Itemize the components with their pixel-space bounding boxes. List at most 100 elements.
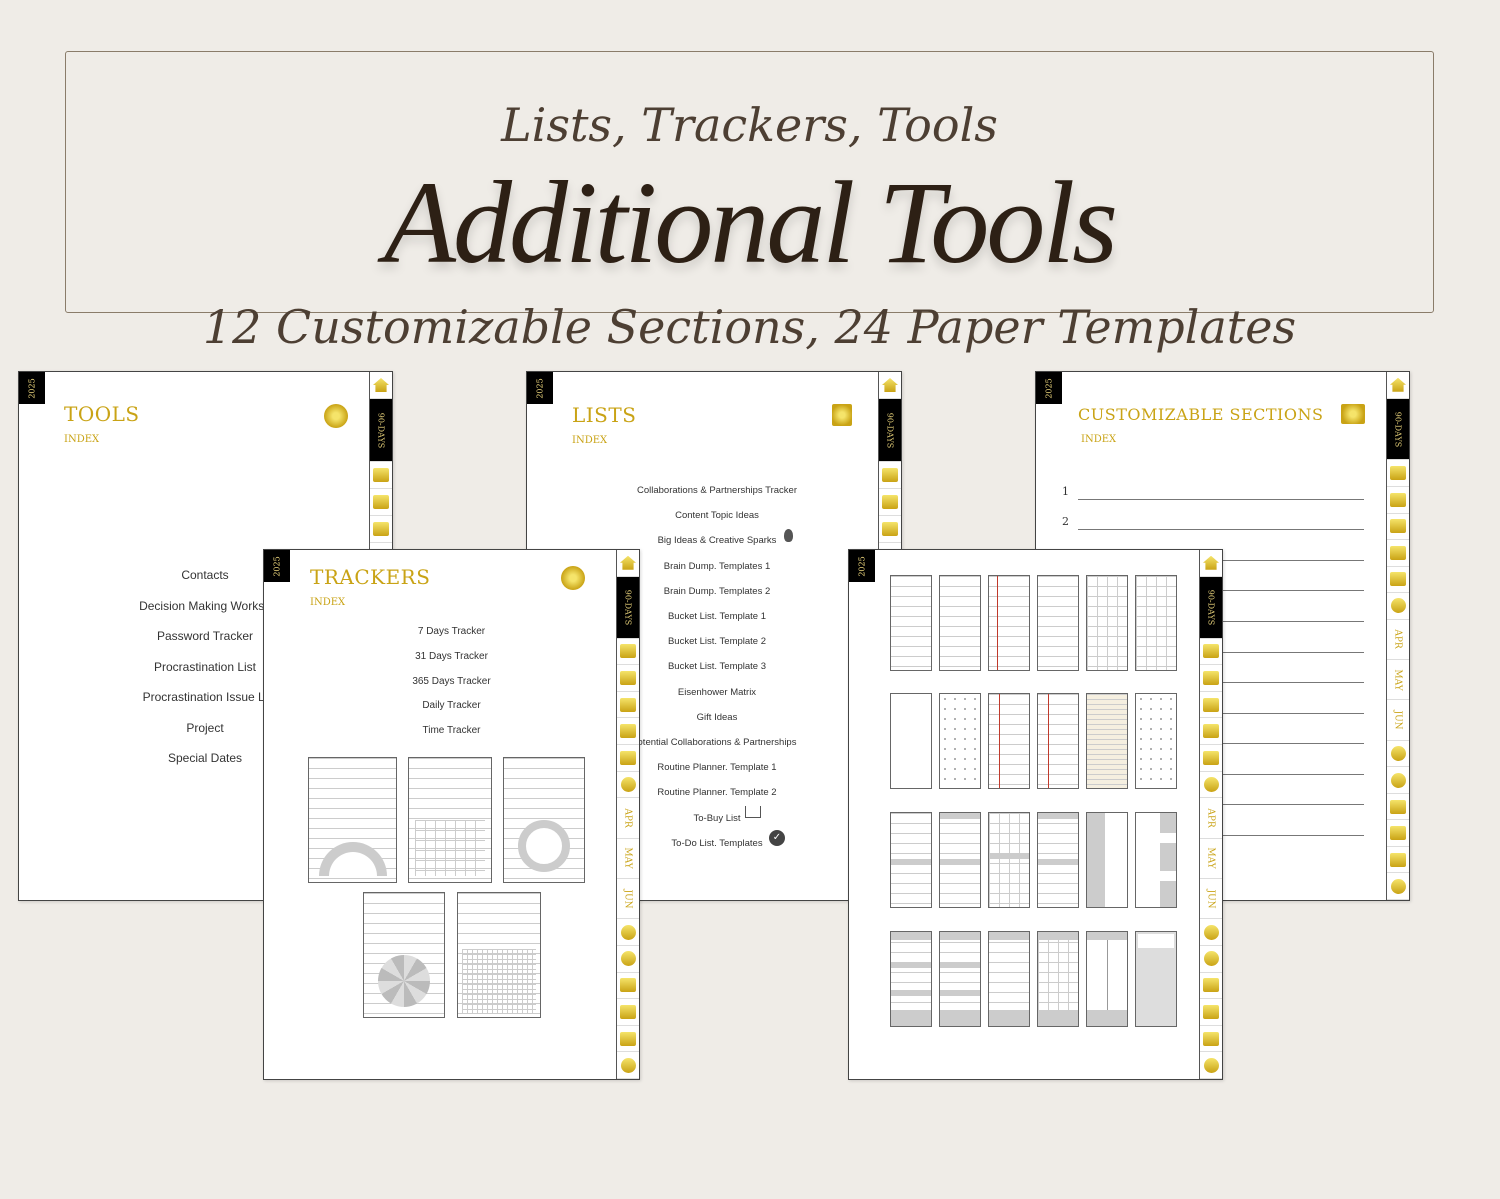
- template-thumbnail[interactable]: [1037, 575, 1079, 671]
- target-tab[interactable]: [1387, 593, 1409, 620]
- notepad-tab[interactable]: [1200, 999, 1222, 1026]
- home-tab[interactable]: [617, 550, 639, 577]
- template-thumbnail[interactable]: [988, 575, 1030, 671]
- tab-90-days[interactable]: 90-DAYS: [879, 399, 901, 462]
- check-tab[interactable]: [617, 919, 639, 946]
- template-thumbnail[interactable]: [1086, 693, 1128, 789]
- tab-apr[interactable]: APR: [617, 798, 639, 839]
- card-tab[interactable]: [1387, 567, 1409, 594]
- settings-tab[interactable]: [1387, 873, 1409, 900]
- tab-90-days[interactable]: 90-DAYS: [1387, 398, 1409, 461]
- stats-tab[interactable]: [1387, 540, 1409, 567]
- list-item[interactable]: Routine Planner. Template 2: [617, 780, 817, 805]
- tab-jun[interactable]: JUN: [1200, 879, 1222, 920]
- list-item[interactable]: 31 Days Tracker: [399, 645, 504, 670]
- template-thumbnail[interactable]: [988, 693, 1030, 789]
- tab-apr[interactable]: APR: [1387, 620, 1409, 661]
- chart-tab[interactable]: [617, 665, 639, 692]
- stats-tab[interactable]: [617, 718, 639, 746]
- template-thumbnail[interactable]: [890, 693, 932, 789]
- list-item[interactable]: 7 Days Tracker: [399, 620, 504, 645]
- template-thumbnail[interactable]: [308, 757, 397, 883]
- flag-tab[interactable]: [879, 516, 901, 543]
- template-thumbnail[interactable]: [1135, 931, 1177, 1027]
- document-tab[interactable]: [617, 1026, 639, 1053]
- template-thumbnail[interactable]: [988, 931, 1030, 1027]
- template-thumbnail[interactable]: [1086, 931, 1128, 1027]
- tab-jun[interactable]: JUN: [617, 879, 639, 920]
- calendar-tab[interactable]: [1387, 460, 1409, 488]
- template-thumbnail[interactable]: [1135, 693, 1177, 789]
- template-thumbnail[interactable]: [890, 575, 932, 671]
- tab-may[interactable]: MAY: [1387, 660, 1409, 701]
- document-tab[interactable]: [1387, 847, 1409, 874]
- tab-jun[interactable]: JUN: [1387, 700, 1409, 741]
- flag-tab[interactable]: [617, 692, 639, 719]
- list-item[interactable]: otential Collaborations & Partnerships: [617, 730, 817, 755]
- template-thumbnail[interactable]: [1037, 812, 1079, 908]
- template-thumbnail[interactable]: [890, 931, 932, 1027]
- calendar-tab[interactable]: [879, 462, 901, 489]
- template-thumbnail[interactable]: [890, 812, 932, 908]
- template-thumbnail[interactable]: [939, 812, 981, 908]
- tab-90-days[interactable]: 90-DAYS: [617, 576, 639, 639]
- flag-tab[interactable]: [370, 516, 392, 543]
- settings-tab[interactable]: [617, 1052, 639, 1079]
- list-item[interactable]: Bucket List. Template 1: [617, 604, 817, 629]
- list-item[interactable]: To-Buy List: [617, 806, 817, 831]
- list-item[interactable]: Time Tracker: [399, 719, 504, 744]
- chart-tab[interactable]: [1387, 487, 1409, 514]
- list-item[interactable]: Routine Planner. Template 1: [617, 755, 817, 780]
- settings-tab[interactable]: [1200, 1052, 1222, 1079]
- template-thumbnail[interactable]: [939, 575, 981, 671]
- notepad-tab[interactable]: [617, 999, 639, 1026]
- list-item[interactable]: Brain Dump. Templates 2: [617, 579, 817, 604]
- list-item[interactable]: 365 Days Tracker: [399, 670, 504, 695]
- target-tab[interactable]: [617, 772, 639, 799]
- template-thumbnail[interactable]: [1135, 575, 1177, 671]
- tab-may[interactable]: MAY: [1200, 839, 1222, 879]
- template-thumbnail[interactable]: [939, 931, 981, 1027]
- flag-tab[interactable]: [1387, 514, 1409, 541]
- list-item[interactable]: Daily Tracker: [399, 694, 504, 719]
- list-item[interactable]: Bucket List. Template 3: [617, 654, 817, 679]
- home-tab[interactable]: [879, 372, 901, 399]
- calendar-tab[interactable]: [1200, 639, 1222, 666]
- list-item[interactable]: Brain Dump. Templates 1: [617, 554, 817, 579]
- list-item[interactable]: Gift Ideas: [617, 705, 817, 730]
- book-tab[interactable]: [1200, 973, 1222, 1000]
- tab-90-days[interactable]: 90-DAYS: [370, 399, 392, 462]
- chart-tab[interactable]: [1200, 665, 1222, 692]
- template-thumbnail[interactable]: [1037, 931, 1079, 1027]
- flag-tab[interactable]: [1200, 692, 1222, 719]
- template-thumbnail[interactable]: [363, 892, 445, 1018]
- template-thumbnail[interactable]: [988, 812, 1030, 908]
- stats-tab[interactable]: [1200, 718, 1222, 746]
- chart-tab[interactable]: [370, 489, 392, 516]
- template-thumbnail[interactable]: [503, 757, 585, 883]
- check-tab[interactable]: [1387, 741, 1409, 768]
- template-thumbnail[interactable]: [939, 693, 981, 789]
- book-tab[interactable]: [1387, 794, 1409, 821]
- book-tab[interactable]: [617, 973, 639, 1000]
- tab-90-days[interactable]: 90-DAYS: [1200, 576, 1222, 639]
- template-thumbnail[interactable]: [1086, 812, 1128, 908]
- template-thumbnail[interactable]: [457, 892, 541, 1018]
- template-thumbnail[interactable]: [1135, 812, 1177, 908]
- lightbulb-tab[interactable]: [1387, 767, 1409, 794]
- chart-tab[interactable]: [879, 489, 901, 516]
- template-thumbnail[interactable]: [1037, 693, 1079, 789]
- home-tab[interactable]: [1387, 372, 1409, 399]
- check-tab[interactable]: [1200, 919, 1222, 946]
- list-item[interactable]: To-Do List. Templates: [617, 831, 817, 856]
- template-thumbnail[interactable]: [408, 757, 492, 883]
- list-item[interactable]: Bucket List. Template 2: [617, 629, 817, 654]
- list-item[interactable]: Collaborations & Partnerships Tracker: [617, 478, 817, 503]
- target-tab[interactable]: [1200, 772, 1222, 799]
- card-tab[interactable]: [617, 745, 639, 772]
- notepad-tab[interactable]: [1387, 820, 1409, 847]
- list-item[interactable]: Content Topic Ideas: [617, 503, 817, 528]
- home-tab[interactable]: [1200, 550, 1222, 577]
- list-item[interactable]: Eisenhower Matrix: [617, 680, 817, 705]
- tab-may[interactable]: MAY: [617, 839, 639, 879]
